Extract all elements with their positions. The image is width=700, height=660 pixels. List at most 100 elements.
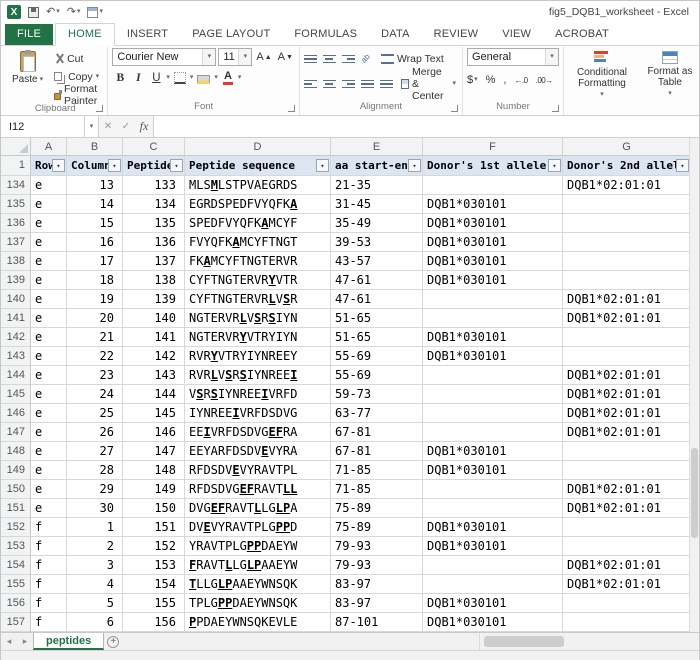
cell-C145[interactable]: 144 bbox=[123, 385, 185, 404]
cell-A137[interactable]: e bbox=[31, 233, 67, 252]
cell-F139[interactable]: DQB1*030101 bbox=[423, 271, 563, 290]
cell-C156[interactable]: 155 bbox=[123, 594, 185, 613]
format-as-table-button[interactable]: Format as Table▾ bbox=[640, 48, 699, 101]
cell-E138[interactable]: 43-57 bbox=[331, 252, 423, 271]
horizontal-scrollbar-thumb[interactable] bbox=[484, 636, 564, 647]
cell-F147[interactable] bbox=[423, 423, 563, 442]
cell-C140[interactable]: 139 bbox=[123, 290, 185, 309]
dialog-launcher-icon[interactable] bbox=[552, 105, 559, 112]
cell-B150[interactable]: 29 bbox=[67, 480, 123, 499]
cell-E145[interactable]: 59-73 bbox=[331, 385, 423, 404]
cell-D141[interactable]: NGTERVRLVSRSIYN bbox=[185, 309, 331, 328]
increase-indent-icon[interactable] bbox=[380, 78, 393, 91]
cell-F142[interactable]: DQB1*030101 bbox=[423, 328, 563, 347]
increase-font-size-button[interactable]: A▲ bbox=[254, 48, 273, 66]
comma-style-button[interactable]: , bbox=[503, 74, 506, 86]
cell-A151[interactable]: e bbox=[31, 499, 67, 518]
ribbon-tab-acrobat[interactable]: ACROBAT bbox=[543, 24, 621, 45]
cell-D139[interactable]: CYFTNGTERVRYVTR bbox=[185, 271, 331, 290]
cell-B151[interactable]: 30 bbox=[67, 499, 123, 518]
excel-logo-icon[interactable]: X bbox=[7, 5, 21, 19]
cell-C151[interactable]: 150 bbox=[123, 499, 185, 518]
redo-button[interactable]: ↷▾ bbox=[67, 7, 81, 18]
cell-E152[interactable]: 75-89 bbox=[331, 518, 423, 537]
orientation-icon[interactable] bbox=[361, 53, 373, 65]
cell-B140[interactable]: 19 bbox=[67, 290, 123, 309]
cell-G139[interactable] bbox=[563, 271, 691, 290]
row-header-156[interactable]: 156 bbox=[1, 594, 31, 613]
cell-F155[interactable] bbox=[423, 575, 563, 594]
cell-G137[interactable] bbox=[563, 233, 691, 252]
cell-E137[interactable]: 39-53 bbox=[331, 233, 423, 252]
name-box[interactable]: I12 bbox=[1, 116, 85, 137]
sheet-nav-left-icon[interactable]: ◂ bbox=[1, 633, 17, 650]
custom-qat-button[interactable]: ▾ bbox=[87, 7, 103, 18]
filter-dropdown-icon[interactable]: ▾ bbox=[676, 159, 689, 172]
row-header-153[interactable]: 153 bbox=[1, 537, 31, 556]
cell-E149[interactable]: 71-85 bbox=[331, 461, 423, 480]
cell-D156[interactable]: TPLGPPDAEYWNSQK bbox=[185, 594, 331, 613]
cell-A138[interactable]: e bbox=[31, 252, 67, 271]
caret-down-icon[interactable]: ▾ bbox=[190, 74, 194, 82]
accounting-format-button[interactable]: $▾ bbox=[467, 74, 478, 86]
align-middle-icon[interactable] bbox=[323, 53, 336, 66]
row-header-142[interactable]: 142 bbox=[1, 328, 31, 347]
dialog-launcher-icon[interactable] bbox=[288, 105, 295, 112]
cell-G149[interactable] bbox=[563, 461, 691, 480]
cell-A147[interactable]: e bbox=[31, 423, 67, 442]
table-header-d[interactable]: Peptide sequence▾ bbox=[185, 156, 331, 176]
row-header-1[interactable]: 1 bbox=[1, 156, 31, 176]
cell-A140[interactable]: e bbox=[31, 290, 67, 309]
cell-C148[interactable]: 147 bbox=[123, 442, 185, 461]
cell-C142[interactable]: 141 bbox=[123, 328, 185, 347]
cell-B142[interactable]: 21 bbox=[67, 328, 123, 347]
ribbon-tab-view[interactable]: VIEW bbox=[490, 24, 543, 45]
align-bottom-icon[interactable] bbox=[342, 53, 355, 66]
cell-F143[interactable]: DQB1*030101 bbox=[423, 347, 563, 366]
cell-G150[interactable]: DQB1*02:01:01 bbox=[563, 480, 691, 499]
cell-A148[interactable]: e bbox=[31, 442, 67, 461]
cell-C137[interactable]: 136 bbox=[123, 233, 185, 252]
formula-input[interactable] bbox=[153, 116, 699, 137]
ribbon-tab-page-layout[interactable]: PAGE LAYOUT bbox=[180, 24, 282, 45]
ribbon-tab-formulas[interactable]: FORMULAS bbox=[282, 24, 369, 45]
vertical-scrollbar[interactable] bbox=[689, 138, 699, 632]
cell-F144[interactable] bbox=[423, 366, 563, 385]
cell-G151[interactable]: DQB1*02:01:01 bbox=[563, 499, 691, 518]
dialog-launcher-icon[interactable] bbox=[96, 105, 103, 112]
cell-A149[interactable]: e bbox=[31, 461, 67, 480]
row-header-154[interactable]: 154 bbox=[1, 556, 31, 575]
cell-B148[interactable]: 27 bbox=[67, 442, 123, 461]
table-header-f[interactable]: Donor's 1st allele▾ bbox=[423, 156, 563, 176]
cell-E150[interactable]: 71-85 bbox=[331, 480, 423, 499]
percent-style-button[interactable]: % bbox=[486, 74, 496, 86]
undo-button[interactable]: ↶▾ bbox=[46, 7, 60, 18]
cell-E156[interactable]: 83-97 bbox=[331, 594, 423, 613]
cell-G147[interactable]: DQB1*02:01:01 bbox=[563, 423, 691, 442]
cell-G154[interactable]: DQB1*02:01:01 bbox=[563, 556, 691, 575]
cell-E151[interactable]: 75-89 bbox=[331, 499, 423, 518]
cell-B134[interactable]: 13 bbox=[67, 176, 123, 195]
filter-dropdown-icon[interactable]: ▾ bbox=[170, 159, 183, 172]
row-header-148[interactable]: 148 bbox=[1, 442, 31, 461]
cell-D152[interactable]: DVEVYRAVTPLGPPD bbox=[185, 518, 331, 537]
row-header-145[interactable]: 145 bbox=[1, 385, 31, 404]
caret-down-icon[interactable]: ▾ bbox=[202, 49, 215, 65]
cell-B139[interactable]: 18 bbox=[67, 271, 123, 290]
cell-F140[interactable] bbox=[423, 290, 563, 309]
cell-B152[interactable]: 1 bbox=[67, 518, 123, 537]
cell-G144[interactable]: DQB1*02:01:01 bbox=[563, 366, 691, 385]
borders-button[interactable] bbox=[172, 69, 188, 87]
row-header-157[interactable]: 157 bbox=[1, 613, 31, 632]
caret-down-icon[interactable]: ▾ bbox=[238, 74, 242, 82]
cell-B138[interactable]: 17 bbox=[67, 252, 123, 271]
row-header-136[interactable]: 136 bbox=[1, 214, 31, 233]
font-name-combobox[interactable]: Courier New ▾ bbox=[112, 48, 216, 66]
cell-F138[interactable]: DQB1*030101 bbox=[423, 252, 563, 271]
merge-center-button[interactable]: Merge & Center▾ bbox=[399, 76, 458, 93]
cell-A144[interactable]: e bbox=[31, 366, 67, 385]
cell-G153[interactable] bbox=[563, 537, 691, 556]
row-header-150[interactable]: 150 bbox=[1, 480, 31, 499]
ribbon-tab-home[interactable]: HOME bbox=[55, 23, 115, 46]
cell-G143[interactable] bbox=[563, 347, 691, 366]
